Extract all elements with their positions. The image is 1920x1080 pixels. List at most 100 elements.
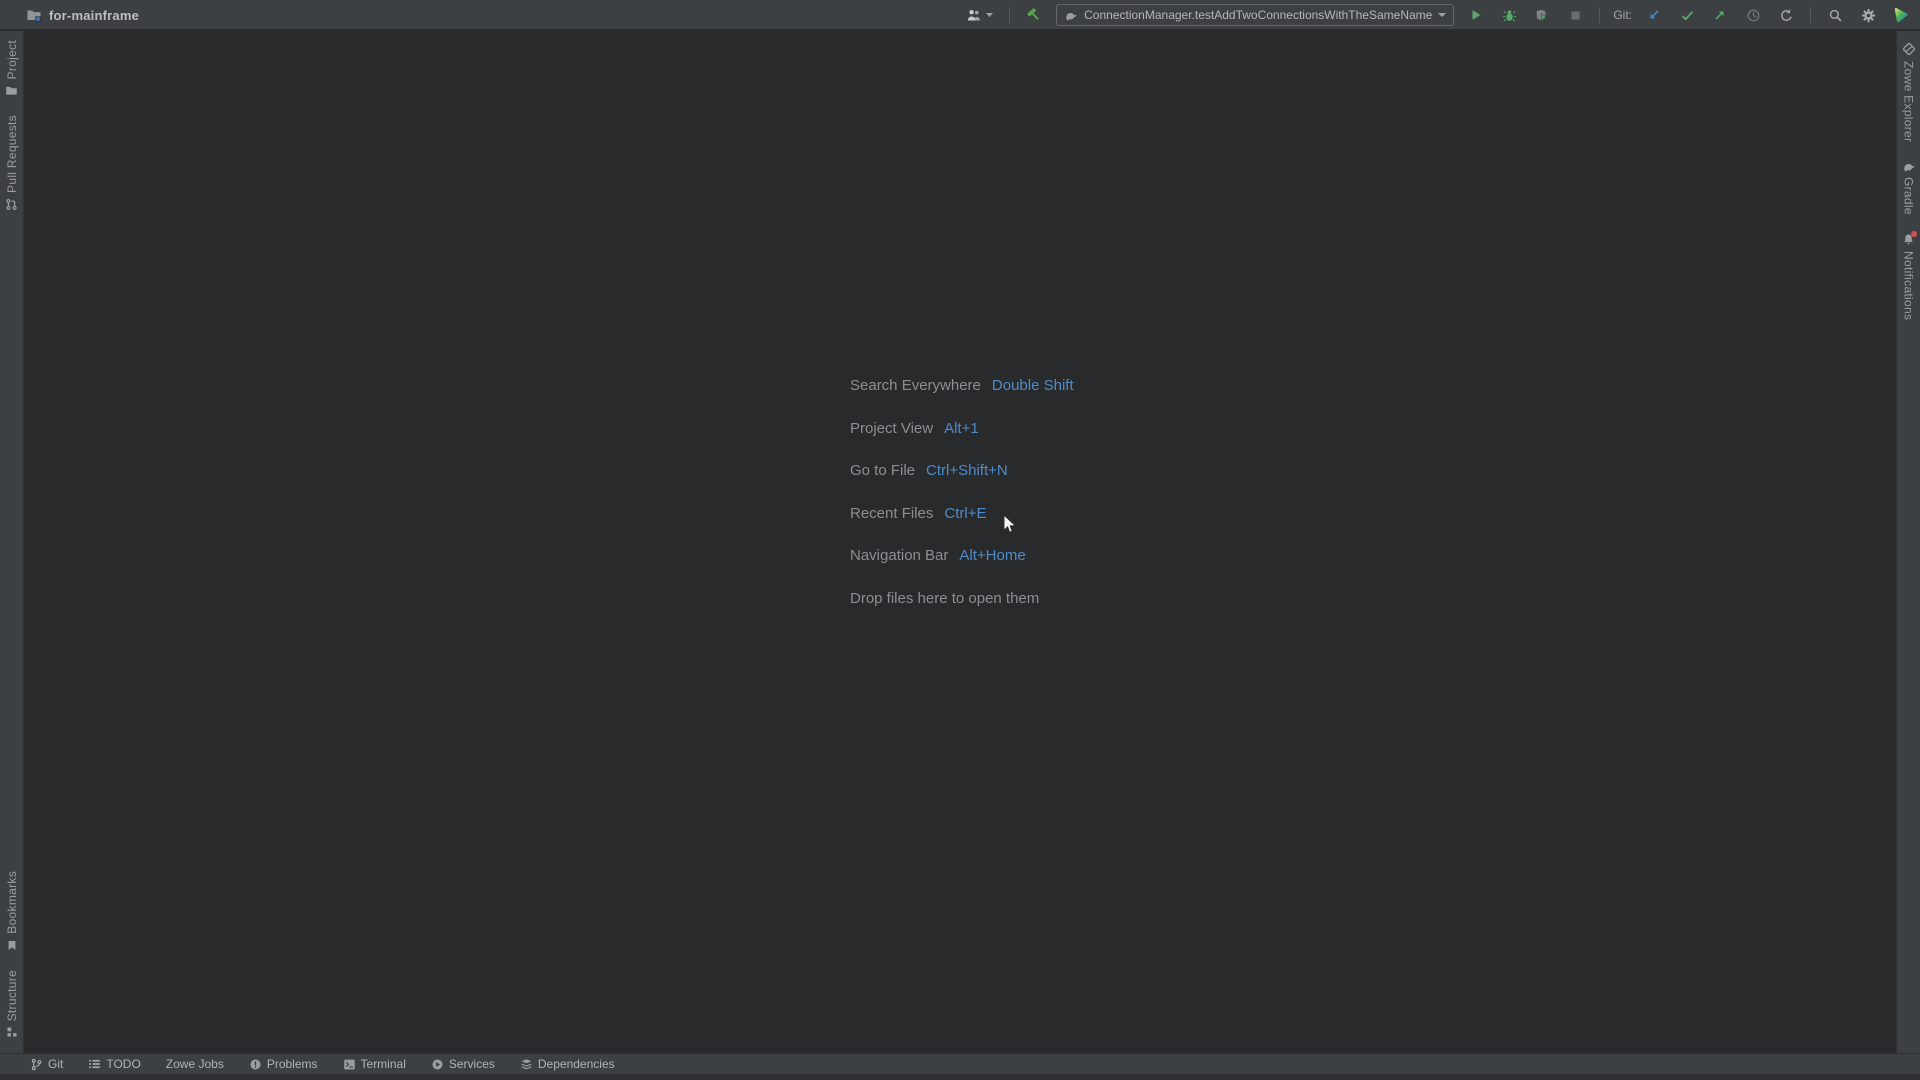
chevron-down-icon	[986, 13, 993, 17]
window-bottom-edge	[0, 1074, 1920, 1080]
toolwindow-tab-zowe-jobs[interactable]: Zowe Jobs	[166, 1057, 224, 1071]
notifications-bell-icon	[1902, 233, 1915, 246]
history-button[interactable]	[1742, 4, 1764, 26]
toolwindow-tab-services[interactable]: Services	[431, 1057, 495, 1071]
toolwindow-tab-label: Notifications	[1902, 251, 1916, 320]
rollback-icon	[1779, 8, 1794, 23]
toolwindow-tab-label: Dependencies	[538, 1057, 615, 1071]
shortcut-action: Go to File	[850, 462, 915, 479]
mouse-cursor	[1003, 514, 1018, 535]
ide-window: for-mainframe	[0, 0, 1920, 1080]
toolwindow-tab-git[interactable]: Git	[30, 1057, 63, 1071]
build-hammer-button[interactable]	[1023, 4, 1045, 26]
toolwindow-tab-label: Terminal	[361, 1057, 406, 1071]
toolwindow-tab-label: Project	[5, 40, 19, 79]
toolbar-separator	[1810, 7, 1811, 23]
bookmark-icon	[6, 939, 18, 952]
toolwindow-tab-label: Problems	[267, 1057, 318, 1071]
toolbar-separator	[1599, 7, 1600, 23]
shortcut-keys: Alt+Home	[959, 547, 1025, 564]
toolwindow-tab-pull-requests[interactable]: Pull Requests	[0, 106, 24, 220]
shortcut-keys: Alt+1	[944, 420, 979, 437]
shortcut-keys: Ctrl+E	[944, 505, 986, 522]
bottom-toolwindow-bar: Git TODO Zowe Jobs Problems	[0, 1053, 1920, 1074]
toolbar-separator	[1009, 7, 1010, 23]
ide-logo-icon[interactable]	[1890, 4, 1912, 26]
toolwindow-tab-dependencies[interactable]: Dependencies	[520, 1057, 615, 1071]
push-button[interactable]	[1709, 4, 1731, 26]
toolwindow-tab-zowe-explorer[interactable]: Zowe Explorer	[1897, 33, 1920, 151]
toolwindow-tab-label: Git	[48, 1057, 63, 1071]
run-button[interactable]	[1465, 4, 1487, 26]
debug-icon	[1502, 8, 1517, 23]
project-title: for-mainframe	[49, 8, 139, 23]
shortcut-hint-row: Go to File Ctrl+Shift+N	[850, 462, 1074, 482]
shortcut-hint-row: Recent Files Ctrl+E	[850, 505, 1074, 525]
shortcut-action: Navigation Bar	[850, 547, 948, 564]
right-stripe-top-group: Zowe Explorer Gradle Notif	[1897, 31, 1920, 329]
toolwindow-tab-todo[interactable]: TODO	[88, 1057, 140, 1071]
project-folder-icon	[26, 7, 42, 23]
stop-button[interactable]	[1564, 4, 1586, 26]
search-everywhere-button[interactable]	[1824, 4, 1846, 26]
toolwindow-tab-notifications[interactable]: Notifications	[1897, 224, 1920, 329]
todo-list-icon	[88, 1058, 101, 1070]
toolwindow-tab-gradle[interactable]: Gradle	[1897, 151, 1920, 224]
titlebar: for-mainframe	[0, 0, 1920, 30]
dependencies-icon	[520, 1058, 533, 1071]
run-configuration-select[interactable]: ConnectionManager.testAddTwoConnectionsW…	[1056, 4, 1454, 26]
toolwindow-tab-problems[interactable]: Problems	[249, 1057, 318, 1071]
search-icon	[1828, 8, 1843, 23]
update-project-button[interactable]	[1643, 4, 1665, 26]
left-stripe-bottom-group: Bookmarks Structure	[0, 862, 24, 1053]
toolwindow-tab-label: Gradle	[1902, 177, 1916, 215]
chevron-down-icon	[1438, 13, 1446, 17]
toolwindow-tab-label: Zowe Explorer	[1902, 61, 1916, 142]
editor-empty-area: Search Everywhere Double Shift Project V…	[25, 31, 1895, 1053]
toolwindow-tab-label: Services	[449, 1057, 495, 1071]
gradle-icon	[1902, 160, 1916, 172]
shortcut-keys: Double Shift	[992, 377, 1074, 394]
build-hammer-icon	[1026, 7, 1042, 23]
problems-icon	[249, 1058, 262, 1071]
toolwindow-tab-terminal[interactable]: Terminal	[343, 1057, 406, 1071]
run-configuration-name: ConnectionManager.testAddTwoConnectionsW…	[1084, 8, 1432, 22]
commit-button[interactable]	[1676, 4, 1698, 26]
git-toolbar-label: Git:	[1613, 8, 1632, 22]
settings-gear-button[interactable]	[1857, 4, 1879, 26]
empty-editor-shortcut-hints: Search Everywhere Double Shift Project V…	[850, 377, 1074, 632]
run-icon	[1469, 8, 1483, 22]
code-with-me-users-icon	[966, 8, 983, 23]
project-widget[interactable]: for-mainframe	[26, 0, 139, 30]
pull-request-icon	[5, 198, 18, 211]
left-stripe-top-group: Project Pull Requests	[0, 31, 24, 220]
toolwindow-tab-project[interactable]: Project	[0, 31, 24, 106]
zowe-icon	[1902, 42, 1916, 56]
rollback-button[interactable]	[1775, 4, 1797, 26]
toolwindow-tab-label: Structure	[5, 970, 19, 1021]
toolwindow-tab-label: Zowe Jobs	[166, 1057, 224, 1071]
run-with-coverage-icon	[1535, 8, 1549, 23]
toolwindow-tab-label: TODO	[106, 1057, 140, 1071]
shortcut-action: Recent Files	[850, 505, 933, 522]
terminal-icon	[343, 1058, 356, 1071]
folder-icon	[5, 84, 18, 97]
drop-files-hint: Drop files here to open them	[850, 590, 1074, 610]
notification-badge-dot	[1911, 231, 1917, 237]
shortcut-hint-row: Navigation Bar Alt+Home	[850, 547, 1074, 567]
toolwindow-tab-label: Pull Requests	[5, 115, 19, 193]
toolwindow-tab-structure[interactable]: Structure	[0, 961, 24, 1047]
history-clock-icon	[1746, 8, 1761, 23]
code-with-me-button[interactable]	[962, 4, 996, 26]
run-with-coverage-button[interactable]	[1531, 4, 1553, 26]
left-toolwindow-stripe: Project Pull Requests	[0, 31, 24, 1053]
stop-icon	[1569, 9, 1582, 22]
commit-check-icon	[1680, 9, 1695, 22]
shortcut-keys: Ctrl+Shift+N	[926, 462, 1008, 479]
gradle-elephant-icon	[1064, 9, 1078, 21]
right-toolwindow-stripe: Zowe Explorer Gradle Notif	[1896, 31, 1920, 1053]
toolwindow-tab-bookmarks[interactable]: Bookmarks	[0, 862, 24, 961]
debug-button[interactable]	[1498, 4, 1520, 26]
shortcut-action: Search Everywhere	[850, 377, 981, 394]
main-toolbar: ConnectionManager.testAddTwoConnectionsW…	[962, 0, 1912, 30]
